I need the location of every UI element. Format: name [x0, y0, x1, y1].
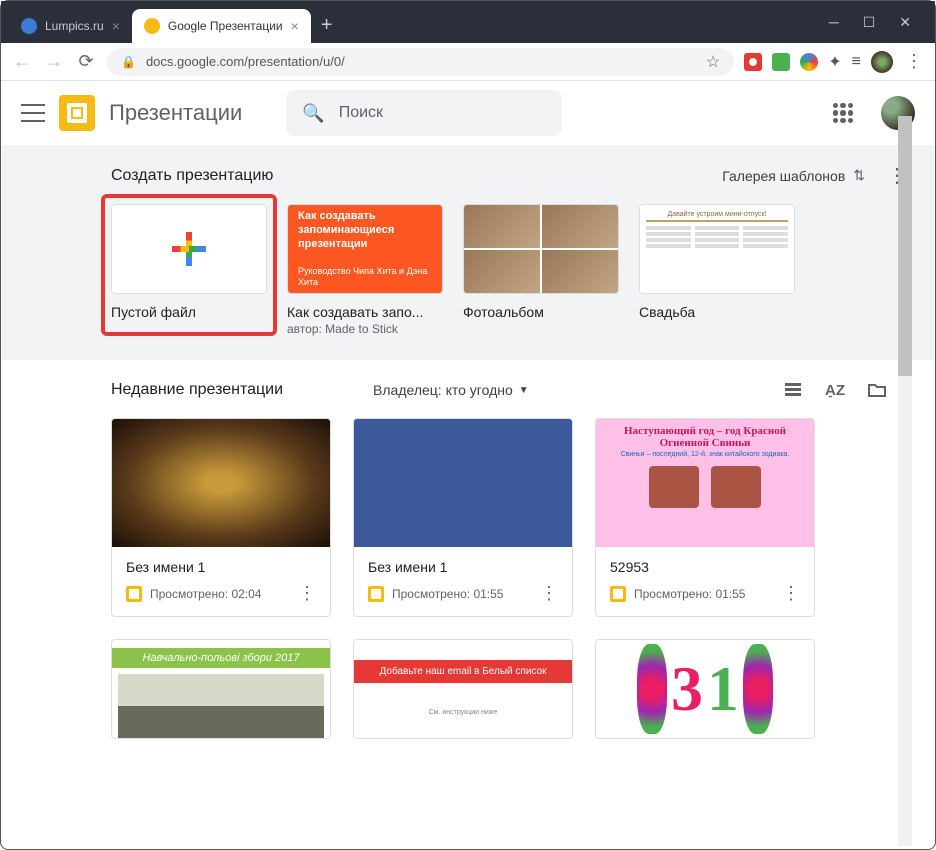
- card-more-button[interactable]: ⋮: [782, 583, 800, 604]
- card-meta: Просмотрено: 01:55: [634, 587, 745, 601]
- search-box[interactable]: 🔍 Поиск: [286, 90, 561, 136]
- open-picker-button[interactable]: [867, 380, 887, 400]
- recent-card[interactable]: Без имени 1 Просмотрено: 02:04 ⋮: [111, 418, 331, 617]
- template-wedding[interactable]: Давайте устроим мини-отпуск! Свадьба: [639, 204, 795, 336]
- templates-heading: Создать презентацию: [111, 167, 273, 185]
- recent-card[interactable]: Навчально-польові збори 2017: [111, 639, 331, 739]
- sort-button[interactable]: A͍Z: [825, 380, 845, 400]
- card-thumbnail: [112, 419, 330, 547]
- card-thumbnail: 31: [595, 639, 815, 739]
- recent-card[interactable]: Добавьте наш email в Белый список См. ин…: [353, 639, 573, 739]
- slides-icon: [368, 586, 384, 602]
- owner-filter-button[interactable]: Владелец: кто угодно ▼: [373, 382, 529, 398]
- template-made-to-stick[interactable]: Как создавать запоминающиеся презентации…: [287, 204, 443, 336]
- card-thumbnail: Наступающий год – год Красной Огненной С…: [596, 419, 814, 547]
- gallery-label: Галерея шаблонов: [722, 168, 845, 184]
- lock-icon: 🔒: [121, 55, 136, 69]
- owner-label: Владелец: кто угодно: [373, 382, 513, 398]
- card-meta: Просмотрено: 01:55: [392, 587, 503, 601]
- unfold-icon: ⇅: [853, 167, 865, 184]
- forward-button[interactable]: →: [43, 51, 65, 72]
- search-placeholder: Поиск: [339, 104, 383, 122]
- back-button[interactable]: ←: [11, 51, 33, 72]
- recent-section: Недавние презентации Владелец: кто угодн…: [1, 360, 935, 739]
- thumb-text: Свинья – последний, 12-й, знак китайског…: [602, 451, 808, 458]
- favicon-icon: [144, 18, 160, 34]
- recent-heading: Недавние презентации: [111, 381, 283, 399]
- maximize-icon[interactable]: ☐: [863, 14, 876, 31]
- address-bar: ← → ⟳ 🔒 docs.google.com/presentation/u/0…: [1, 43, 935, 81]
- thumb-title: Как создавать запоминающиеся презентации: [298, 209, 432, 252]
- card-title: Без имени 1: [126, 559, 316, 575]
- close-icon[interactable]: ×: [291, 18, 299, 34]
- template-gallery-button[interactable]: Галерея шаблонов ⇅: [710, 161, 877, 190]
- close-icon[interactable]: ×: [112, 18, 120, 34]
- extension-icon[interactable]: [744, 53, 762, 71]
- slides-logo-icon[interactable]: [59, 95, 95, 131]
- card-thumbnail: Навчально-польові збори 2017: [111, 639, 331, 739]
- chrome-menu-button[interactable]: ⋮: [903, 51, 925, 72]
- card-thumbnail: Добавьте наш email в Белый список См. ин…: [353, 639, 573, 739]
- template-name: Свадьба: [639, 304, 795, 320]
- thumb-subtext: См. инструкции ниже: [354, 709, 572, 716]
- browser-titlebar: Lumpics.ru × Google Презентации × + ─ ☐ …: [1, 1, 935, 43]
- app-header: Презентации 🔍 Поиск: [1, 81, 935, 145]
- card-more-button[interactable]: ⋮: [298, 583, 316, 604]
- template-name: Как создавать запо...: [287, 304, 443, 320]
- main-menu-button[interactable]: [21, 104, 45, 122]
- tab-lumpics[interactable]: Lumpics.ru ×: [9, 9, 132, 43]
- tab-strip: Lumpics.ru × Google Презентации × +: [9, 1, 829, 43]
- template-photo-album[interactable]: Фотоальбом: [463, 204, 619, 336]
- app-title: Презентации: [109, 100, 242, 126]
- extensions-button[interactable]: ✦: [828, 52, 841, 72]
- recent-card[interactable]: 31: [595, 639, 815, 739]
- url-field[interactable]: 🔒 docs.google.com/presentation/u/0/ ☆: [107, 48, 734, 76]
- window-controls: ─ ☐ ✕: [829, 14, 927, 43]
- template-blank[interactable]: Пустой файл: [111, 204, 267, 320]
- close-window-icon[interactable]: ✕: [899, 14, 911, 31]
- scroll-thumb[interactable]: [898, 116, 912, 376]
- minimize-icon[interactable]: ─: [829, 14, 839, 31]
- thumb-title: Давайте устроим мини-отпуск!: [646, 211, 788, 222]
- annotation-highlight: Пустой файл: [101, 194, 277, 336]
- card-meta: Просмотрено: 02:04: [150, 587, 261, 601]
- template-name: Фотоальбом: [463, 304, 619, 320]
- list-view-button[interactable]: [783, 380, 803, 400]
- card-more-button[interactable]: ⋮: [540, 583, 558, 604]
- scrollbar[interactable]: [898, 116, 912, 846]
- google-apps-button[interactable]: [833, 103, 853, 123]
- slides-icon: [610, 586, 626, 602]
- thumb-text: Наступающий год – год Красной Огненной С…: [602, 425, 808, 449]
- template-name: Пустой файл: [111, 304, 267, 320]
- search-icon: 🔍: [302, 103, 324, 124]
- extension-icons: ✦ ≡ ⋮: [744, 51, 925, 73]
- recent-card[interactable]: Без имени 1 Просмотрено: 01:55 ⋮: [353, 418, 573, 617]
- extension-icon[interactable]: [800, 53, 818, 71]
- profile-avatar[interactable]: [871, 51, 893, 73]
- bookmark-icon[interactable]: ☆: [706, 52, 720, 72]
- templates-section: Создать презентацию Галерея шаблонов ⇅ ⋮…: [1, 145, 935, 360]
- reload-button[interactable]: ⟳: [75, 51, 97, 72]
- caret-down-icon: ▼: [519, 385, 529, 396]
- recent-card[interactable]: Наступающий год – год Красной Огненной С…: [595, 418, 815, 617]
- reading-list-icon[interactable]: ≡: [852, 53, 861, 71]
- thumb-text: Добавьте наш email в Белый список: [354, 660, 572, 683]
- extension-icon[interactable]: [772, 53, 790, 71]
- plus-icon: [172, 232, 206, 266]
- favicon-icon: [21, 18, 37, 34]
- tab-title: Lumpics.ru: [45, 19, 104, 33]
- tab-title: Google Презентации: [168, 19, 283, 33]
- template-subtitle: автор: Made to Stick: [287, 322, 443, 336]
- tab-google-slides[interactable]: Google Презентации ×: [132, 9, 311, 43]
- thumb-text: Навчально-польові збори 2017: [112, 648, 330, 668]
- url-text: docs.google.com/presentation/u/0/: [146, 54, 696, 69]
- slides-icon: [126, 586, 142, 602]
- card-title: 52953: [610, 559, 800, 575]
- card-title: Без имени 1: [368, 559, 558, 575]
- card-thumbnail: [354, 419, 572, 547]
- new-tab-button[interactable]: +: [311, 14, 343, 43]
